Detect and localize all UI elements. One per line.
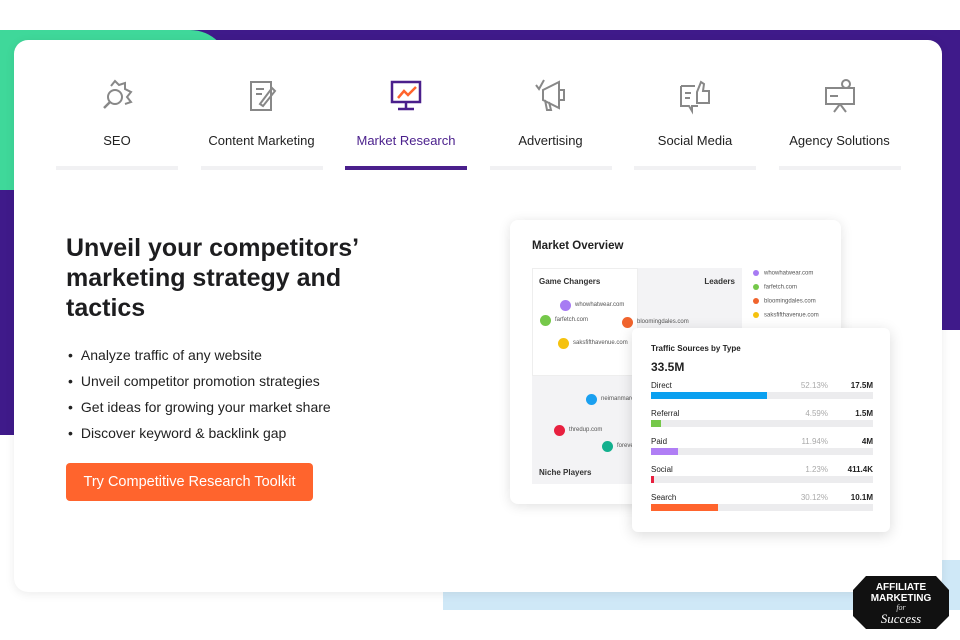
traffic-sources-card: Traffic Sources by Type 33.5M Direct 52.1…: [632, 328, 890, 532]
document-pencil-icon: [249, 81, 276, 111]
legend-item: saksfifthavenue.com: [753, 312, 819, 319]
source-percent: 52.13%: [800, 381, 828, 390]
progress-track: [651, 392, 873, 399]
quadrant-game-changers: Game Changers: [539, 277, 601, 286]
legend-item: whowhatwear.com: [753, 270, 813, 277]
tab-underline: [489, 166, 612, 170]
source-value: 4M: [861, 437, 873, 446]
quadrant-niche-players: Niche Players: [539, 468, 592, 477]
monitor-chart-icon: [390, 80, 422, 111]
progress-track: [651, 476, 873, 483]
feature-item: Get ideas for growing your market share: [68, 394, 331, 420]
source-percent: 1.23%: [805, 465, 828, 474]
progress-fill: [651, 420, 662, 427]
tab-market-research[interactable]: Market Research: [345, 70, 467, 170]
feature-item: Discover keyword & backlink gap: [68, 420, 331, 446]
progress-track: [651, 448, 873, 455]
svg-text:AFFILIATE: AFFILIATE: [876, 582, 927, 593]
scatter-point: [602, 441, 613, 452]
source-value: 1.5M: [855, 409, 873, 418]
tab-label: Advertising: [518, 133, 583, 148]
source-name: Search: [651, 493, 677, 502]
feature-list: Analyze traffic of any website Unveil co…: [68, 342, 331, 446]
traffic-row: Search 30.12% 10.1M: [651, 493, 873, 517]
try-toolkit-button[interactable]: Try Competitive Research Toolkit: [66, 463, 313, 501]
progress-fill: [651, 392, 767, 399]
traffic-row: Referral 4.59% 1.5M: [651, 409, 873, 433]
traffic-row: Social 1.23% 411.4K: [651, 465, 873, 489]
market-overview-title: Market Overview: [532, 240, 624, 252]
legend-item: farfetch.com: [753, 284, 797, 291]
feature-item: Unveil competitor promotion strategies: [68, 368, 331, 394]
progress-track: [651, 420, 873, 427]
scatter-point: [554, 425, 565, 436]
point-label: farfetch.com: [555, 317, 589, 323]
quadrant-leaders: Leaders: [704, 277, 735, 286]
progress-fill: [651, 504, 718, 511]
source-name: Paid: [651, 437, 668, 446]
tab-agency-solutions[interactable]: Agency Solutions: [778, 70, 901, 170]
tab-underline: [634, 166, 756, 170]
source-name: Referral: [651, 409, 680, 418]
point-label: thredup.com: [569, 427, 603, 433]
tab-advertising[interactable]: Advertising: [489, 70, 612, 170]
scatter-point: [540, 315, 551, 326]
source-value: 411.4K: [847, 465, 873, 474]
point-label: saksfifthavenue.com: [573, 340, 628, 346]
feature-item: Analyze traffic of any website: [68, 342, 331, 368]
source-value: 10.1M: [850, 493, 873, 502]
progress-track: [651, 504, 873, 511]
tab-underline: [778, 166, 901, 170]
thumbs-up-chat-icon: [680, 80, 710, 115]
seo-gear-magnifier-icon: [103, 79, 133, 109]
traffic-total: 33.5M: [651, 360, 685, 374]
source-value: 17.5M: [850, 381, 873, 390]
tab-social-media[interactable]: Social Media: [634, 70, 756, 170]
progress-fill: [651, 448, 678, 455]
legend-item: bloomingdales.com: [753, 298, 816, 305]
source-percent: 11.94%: [801, 437, 828, 446]
tab-content-marketing[interactable]: Content Marketing: [200, 70, 323, 170]
tab-underline: [200, 166, 323, 170]
tab-underline: [345, 166, 467, 170]
progress-fill: [651, 476, 654, 483]
scatter-point: [622, 317, 633, 328]
source-name: Direct: [651, 381, 672, 390]
point-label: bloomingdales.com: [637, 319, 689, 325]
point-label: whowhatwear.com: [575, 302, 625, 308]
megaphone-icon: [534, 79, 565, 111]
affiliate-marketing-logo: AFFILIATE MARKETING for Success: [853, 576, 949, 629]
tab-underline: [56, 166, 178, 170]
source-percent: 30.12%: [800, 493, 828, 502]
svg-text:Success: Success: [881, 611, 921, 626]
traffic-row: Direct 52.13% 17.5M: [651, 381, 873, 405]
tab-label: Market Research: [356, 133, 456, 148]
hero-title: Unveil your competitors’ marketing strat…: [66, 234, 358, 322]
presenter-board-icon: [824, 79, 855, 113]
scatter-point: [586, 394, 597, 405]
source-name: Social: [651, 465, 673, 474]
scatter-point: [560, 300, 571, 311]
tab-seo[interactable]: SEO: [56, 70, 178, 170]
tab-label: Agency Solutions: [789, 133, 890, 148]
tab-label: SEO: [103, 133, 131, 148]
scatter-point: [558, 338, 569, 349]
traffic-row: Paid 11.94% 4M: [651, 437, 873, 461]
tab-label: Content Marketing: [208, 133, 315, 148]
traffic-title: Traffic Sources by Type: [651, 344, 741, 353]
tab-label: Social Media: [657, 133, 733, 148]
source-percent: 4.59%: [805, 409, 828, 418]
